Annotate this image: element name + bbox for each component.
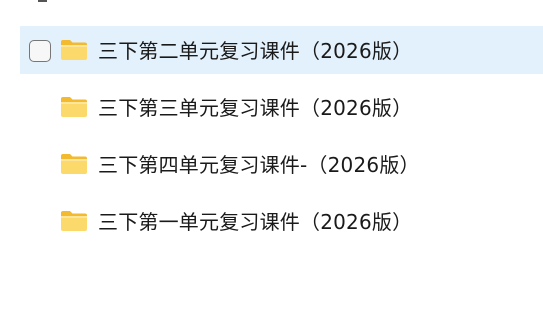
list-item-folder[interactable]: 三下第二单元复习课件（2026版） xyxy=(0,26,543,83)
folder-name[interactable]: 三下第一单元复习课件（2026版） xyxy=(98,209,412,235)
folder-icon xyxy=(60,153,88,175)
scroll-remnant xyxy=(38,0,47,2)
list-item-folder[interactable]: 三下第三单元复习课件（2026版） xyxy=(0,83,543,140)
file-browser: 三下第二单元复习课件（2026版） 三下第三单元复习课件（2026版） 三下第四… xyxy=(0,0,543,314)
select-checkbox[interactable] xyxy=(29,40,51,62)
list-item-folder[interactable]: 三下第四单元复习课件-（2026版） xyxy=(0,140,543,197)
list-item-folder[interactable]: 三下第一单元复习课件（2026版） xyxy=(0,197,543,254)
folder-icon xyxy=(60,96,88,118)
file-list: 三下第二单元复习课件（2026版） 三下第三单元复习课件（2026版） 三下第四… xyxy=(0,26,543,254)
folder-name[interactable]: 三下第三单元复习课件（2026版） xyxy=(98,95,412,121)
folder-icon xyxy=(60,39,88,61)
folder-icon xyxy=(60,210,88,232)
folder-name[interactable]: 三下第四单元复习课件-（2026版） xyxy=(98,152,420,178)
folder-name[interactable]: 三下第二单元复习课件（2026版） xyxy=(98,38,412,64)
